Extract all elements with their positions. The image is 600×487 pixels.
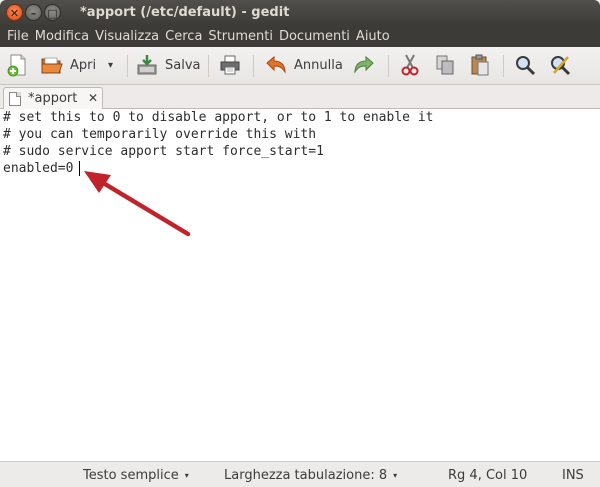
open-recent-dropdown[interactable]: ▾ bbox=[108, 51, 113, 79]
menu-visualizza[interactable]: Visualizza bbox=[92, 29, 162, 44]
chevron-down-icon: ▾ bbox=[393, 471, 398, 480]
new-document-icon bbox=[7, 54, 26, 77]
menu-strumenti[interactable]: Strumenti bbox=[205, 29, 276, 44]
status-bar: Testo semplice ▾ Larghezza tabulazione: 8… bbox=[0, 461, 600, 487]
print-icon bbox=[220, 55, 240, 75]
menu-aiuto[interactable]: Aiuto bbox=[353, 29, 393, 44]
menu-modifica[interactable]: Modifica bbox=[32, 29, 92, 44]
cut-icon bbox=[401, 54, 419, 76]
text-document-icon bbox=[9, 92, 21, 106]
tab-width-label: Larghezza tabulazione: 8 bbox=[224, 468, 388, 483]
paste-icon bbox=[471, 54, 489, 76]
toolbar-separator bbox=[253, 55, 254, 77]
save-icon bbox=[137, 55, 157, 75]
toolbar-separator bbox=[127, 55, 128, 77]
chevron-down-icon: ▾ bbox=[108, 59, 114, 71]
undo-icon bbox=[266, 55, 286, 74]
copy-icon bbox=[436, 55, 454, 75]
tab-close-button[interactable]: ✕ bbox=[88, 91, 98, 105]
new-document-button[interactable] bbox=[6, 51, 30, 79]
redo-icon bbox=[354, 55, 374, 74]
undo-button[interactable]: Annulla bbox=[264, 51, 343, 79]
copy-button[interactable] bbox=[433, 51, 457, 79]
open-button-label: Apri bbox=[70, 57, 97, 73]
text-editor[interactable]: # set this to 0 to disable apport, or to… bbox=[0, 109, 600, 461]
toolbar: Apri ▾ Salva Annulla bbox=[0, 47, 600, 85]
menu-bar: File Modifica Visualizza Cerca Strumenti… bbox=[0, 25, 600, 47]
redo-button[interactable] bbox=[352, 51, 376, 79]
cursor-position: Rg 4, Col 10 bbox=[448, 468, 528, 483]
maximize-window-button[interactable]: □ bbox=[44, 4, 61, 21]
toolbar-separator bbox=[208, 55, 209, 77]
print-button[interactable] bbox=[218, 51, 242, 79]
replace-icon bbox=[551, 56, 571, 76]
title-bar: ✕ – □ *apport (/etc/default) - gedit bbox=[0, 0, 600, 25]
menu-file[interactable]: File bbox=[4, 29, 32, 44]
tab-width-selector[interactable]: Larghezza tabulazione: 8 ▾ bbox=[224, 468, 397, 483]
document-tabs: *apport ✕ bbox=[0, 85, 600, 110]
close-window-button[interactable]: ✕ bbox=[6, 4, 23, 21]
replace-button[interactable] bbox=[548, 51, 572, 79]
paste-button[interactable] bbox=[468, 51, 492, 79]
undo-button-label: Annulla bbox=[294, 57, 343, 73]
search-icon bbox=[516, 56, 536, 76]
search-button[interactable] bbox=[513, 51, 537, 79]
cut-button[interactable] bbox=[398, 51, 422, 79]
menu-cerca[interactable]: Cerca bbox=[162, 29, 205, 44]
chevron-down-icon: ▾ bbox=[184, 471, 189, 480]
open-button[interactable]: Apri bbox=[40, 51, 96, 79]
menu-documenti[interactable]: Documenti bbox=[276, 29, 353, 44]
toolbar-separator bbox=[388, 55, 389, 77]
language-selector[interactable]: Testo semplice ▾ bbox=[83, 468, 189, 483]
tab-label: *apport bbox=[28, 91, 78, 106]
insert-mode-indicator: INS bbox=[562, 468, 584, 483]
tab-apport[interactable]: *apport ✕ bbox=[3, 87, 103, 110]
save-button[interactable]: Salva bbox=[135, 51, 201, 79]
minimize-window-button[interactable]: – bbox=[25, 4, 42, 21]
save-button-label: Salva bbox=[165, 57, 201, 73]
window-title: *apport (/etc/default) - gedit bbox=[80, 5, 290, 20]
toolbar-separator bbox=[503, 55, 504, 77]
annotation-arrow bbox=[84, 171, 191, 237]
language-label: Testo semplice bbox=[83, 468, 179, 483]
open-folder-icon bbox=[41, 57, 63, 74]
